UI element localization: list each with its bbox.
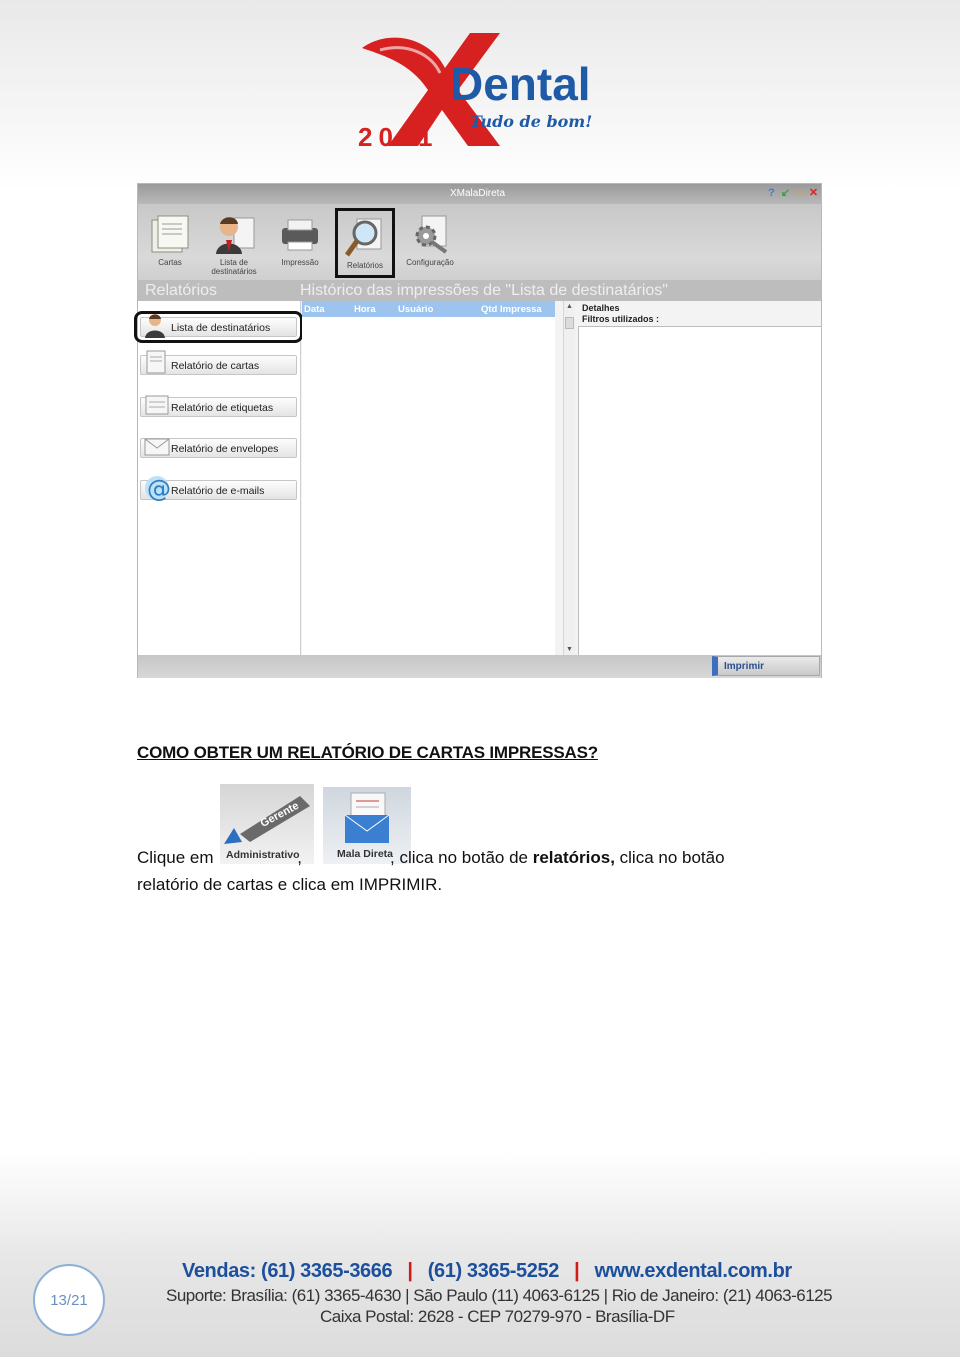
column-header-data[interactable]: Data xyxy=(304,304,325,315)
separator: | xyxy=(407,1260,413,1282)
letter-icon xyxy=(146,350,166,374)
titlebar: XMalaDireta ? ↙ □ ✕ xyxy=(138,184,821,204)
grid-header: Data Hora Usuário Qtd Impressa xyxy=(302,301,555,317)
report-button-destinatarios[interactable]: Lista de destinatários xyxy=(134,311,303,343)
tool-label: Lista de destinatários xyxy=(211,258,257,276)
details-box xyxy=(578,326,822,656)
report-button-envelopes[interactable]: Relatório de envelopes xyxy=(140,438,297,458)
tool-lista-destinatarios[interactable]: Lista de destinatários xyxy=(204,208,264,278)
scroll-thumb[interactable] xyxy=(565,317,574,329)
details-filters: Filtros utilizados : xyxy=(582,314,660,324)
magnifier-icon xyxy=(344,218,382,257)
window-controls: ? ↙ □ ✕ xyxy=(766,187,819,199)
report-label: Relatório de e-mails xyxy=(171,485,265,497)
report-button-etiquetas[interactable]: Relatório de etiquetas xyxy=(140,395,297,417)
report-label: Lista de destinatários xyxy=(171,322,271,334)
maximize-icon[interactable]: □ xyxy=(794,187,805,199)
toolbar: Cartas Lista de destinatários Impressão xyxy=(138,204,821,280)
instruction-text: , clica no botão de xyxy=(390,848,533,867)
report-label: Relatório de envelopes xyxy=(171,443,279,455)
report-button-emails[interactable]: @ Relatório de e-mails xyxy=(140,475,297,501)
print-label: Imprimir xyxy=(724,661,765,672)
logo-tagline: Tudo de bom! xyxy=(470,112,593,131)
logo-brand: Dental xyxy=(450,58,591,110)
close-icon[interactable]: ✕ xyxy=(808,187,819,199)
label-icon xyxy=(145,395,169,415)
section-bar: Relatórios Histórico das impressões de "… xyxy=(138,280,821,301)
tool-impressao[interactable]: Impressão xyxy=(270,208,330,278)
page-number-badge: 13/21 xyxy=(33,1264,105,1336)
scroll-up-icon[interactable]: ▲ xyxy=(566,303,573,310)
column-header-hora[interactable]: Hora xyxy=(354,304,376,315)
tool-cartas[interactable]: Cartas xyxy=(140,208,200,278)
section-title-reports: Relatórios xyxy=(145,282,218,299)
instruction-text: Clique em xyxy=(137,848,219,867)
svg-text:@: @ xyxy=(147,475,171,501)
sales-phone-2: (61) 3365-5252 xyxy=(427,1260,560,1282)
help-icon[interactable]: ? xyxy=(766,187,777,199)
tool-label: Cartas xyxy=(158,258,182,267)
report-button-cartas[interactable]: Relatório de cartas xyxy=(140,350,297,375)
letters-icon xyxy=(151,215,189,253)
footer-address: Caixa Postal: 2628 - CEP 70279-970 - Bra… xyxy=(320,1307,675,1326)
report-label: Relatório de cartas xyxy=(171,360,260,372)
report-label: Relatório de etiquetas xyxy=(171,402,274,414)
gear-icon xyxy=(415,215,448,254)
person-icon xyxy=(216,217,255,254)
details-heading: Detalhes Filtros utilizados : xyxy=(582,303,659,325)
instruction-bold: relatórios, xyxy=(532,848,615,867)
instruction-line-2: relatório de cartas e clica em IMPRIMIR. xyxy=(137,875,443,894)
separator: | xyxy=(574,1260,580,1282)
scroll-down-icon[interactable]: ▼ xyxy=(566,646,573,653)
administrativo-icon: Gerente xyxy=(224,796,310,844)
logo-year: 2011 xyxy=(358,122,438,152)
printer-icon xyxy=(282,219,318,251)
grid-scrollbar[interactable]: ▲ ▼ xyxy=(563,301,575,655)
tool-relatorios[interactable]: Relatórios xyxy=(335,208,395,278)
section-heading: COMO OBTER UM RELATÓRIO DE CARTAS IMPRES… xyxy=(137,743,598,762)
column-header-qtd[interactable]: Qtd Impressa xyxy=(481,304,542,315)
section-title-history: Histórico das impressões de "Lista de de… xyxy=(300,282,668,299)
tool-label: Impressão xyxy=(281,258,319,267)
xdental-logo: Dental 2011 xyxy=(358,33,591,152)
minimize-icon[interactable]: ↙ xyxy=(780,187,791,199)
details-title: Detalhes xyxy=(582,303,620,313)
app-window: XMalaDireta ? ↙ □ ✕ Cartas Lista de dest… xyxy=(134,183,822,678)
instruction-line-1: Clique em , , clica no botão de relatório… xyxy=(137,848,725,868)
tool-configuracao[interactable]: Configuração xyxy=(400,208,460,278)
envelope-icon xyxy=(144,438,170,456)
bottom-bar: Imprimir xyxy=(138,655,821,678)
window-title: XMalaDireta xyxy=(450,188,506,199)
sales-phone-1: Vendas: (61) 3365-3666 xyxy=(182,1260,393,1282)
footer-support: Suporte: Brasília: (61) 3365-4630 | São … xyxy=(166,1286,833,1305)
person-icon xyxy=(145,314,165,338)
tool-label: Configuração xyxy=(406,258,454,267)
instruction-text: , xyxy=(297,848,302,867)
tool-label: Relatórios xyxy=(346,261,383,270)
envelope-icon xyxy=(344,792,390,843)
page-number: 13/21 xyxy=(50,1292,88,1309)
at-icon: @ xyxy=(145,475,171,501)
print-button[interactable]: Imprimir xyxy=(712,656,820,676)
footer-sales: Vendas: (61) 3365-3666 | (61) 3365-5252 … xyxy=(182,1260,792,1283)
column-header-usuario[interactable]: Usuário xyxy=(398,304,433,315)
history-grid: Data Hora Usuário Qtd Impressa xyxy=(302,301,555,655)
instruction-text: clica no botão xyxy=(614,848,725,867)
website-link[interactable]: www.exdental.com.br xyxy=(595,1260,793,1282)
reports-panel: Lista de destinatários Relatório de cart… xyxy=(134,301,303,655)
